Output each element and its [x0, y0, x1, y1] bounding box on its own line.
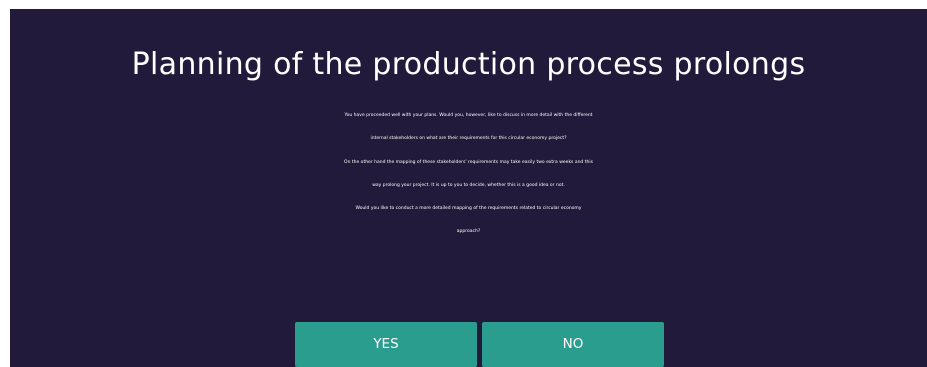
yes-button[interactable]: YES: [295, 322, 477, 367]
body-line: approach?: [456, 229, 481, 235]
decision-dialog: Planning of the production process prolo…: [10, 9, 927, 367]
no-button[interactable]: NO: [482, 322, 664, 367]
body-line: internal stakeholders on what are their …: [370, 136, 567, 142]
body-line: Would you like to conduct a more detaile…: [355, 206, 582, 212]
body-line: You have proceeded well with your plans.…: [344, 113, 593, 118]
dialog-body-text: You have proceeded well with your plans.…: [10, 104, 927, 244]
body-line: way prolong your project. It is up to yo…: [372, 182, 565, 188]
body-line: On the other hand the mapping of these s…: [344, 159, 593, 165]
dialog-title: Planning of the production process prolo…: [131, 47, 806, 82]
